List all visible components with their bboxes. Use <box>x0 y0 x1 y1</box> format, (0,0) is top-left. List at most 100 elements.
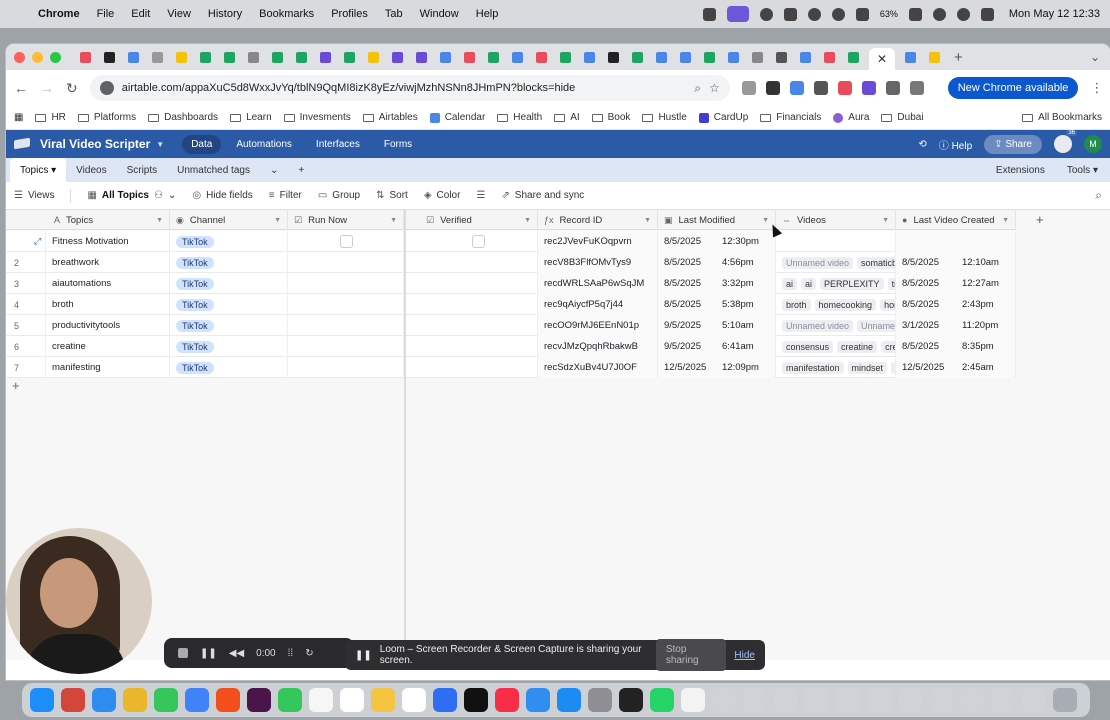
linked-video-chip[interactable]: consensus <box>782 340 834 353</box>
filter-button[interactable]: ≡ Filter <box>269 190 302 201</box>
slack-icon[interactable] <box>247 688 271 712</box>
minimized-window[interactable] <box>836 688 860 712</box>
tab-scripts[interactable]: Scripts <box>117 158 168 182</box>
history-icon[interactable]: ⟲ <box>918 139 926 150</box>
airdrop-icon[interactable] <box>831 7 845 21</box>
cell-channel[interactable]: TikTok <box>170 231 288 252</box>
play-icon[interactable] <box>855 7 869 21</box>
cell-topic[interactable]: creatine <box>46 336 170 357</box>
extension-icon[interactable] <box>765 81 780 95</box>
menu-view[interactable]: View <box>167 8 191 20</box>
column-header-videos[interactable]: ⇔ Videos ▼ <box>776 210 896 230</box>
menu-kebab-icon[interactable]: ⋮ <box>1090 80 1103 96</box>
menu-edit[interactable]: Edit <box>131 8 150 20</box>
checkbox[interactable] <box>472 235 485 248</box>
extension-icon[interactable] <box>861 81 876 95</box>
cell-videos[interactable]: aiaiPERPLEXITYtiktoka <box>776 273 896 294</box>
tab-favicon[interactable] <box>533 49 550 66</box>
chrome-icon[interactable] <box>123 688 147 712</box>
checkbox[interactable] <box>340 235 353 248</box>
active-tab-close-icon[interactable]: ✕ <box>869 48 895 70</box>
apple-icon[interactable] <box>10 7 24 21</box>
linked-video-chip[interactable]: mindset <box>847 361 888 374</box>
linked-video-chip[interactable]: homecooking <box>814 298 877 311</box>
chatgpt-icon[interactable] <box>619 688 643 712</box>
tab-favicon[interactable] <box>365 49 382 66</box>
app-store-icon[interactable] <box>557 688 581 712</box>
messages-icon[interactable] <box>154 688 178 712</box>
chevron-down-icon[interactable]: ▼ <box>156 140 164 149</box>
tab-favicon[interactable] <box>461 49 478 66</box>
cell-channel[interactable]: TikTok <box>170 357 288 378</box>
tab-favicon[interactable] <box>797 49 814 66</box>
cell-topic[interactable]: productivitytools <box>46 315 170 336</box>
loom-webcam-bubble[interactable] <box>6 528 152 674</box>
menubar-clock[interactable]: Mon May 12 12:33 <box>1009 8 1100 20</box>
table-row[interactable]: ⤢ Fitness Motivation TikTok rec2JVevFuKOqpv… <box>6 231 1016 252</box>
drag-handle-icon[interactable]: ⁞⁞ <box>288 648 294 659</box>
cell-videos[interactable] <box>776 231 896 252</box>
search-icon[interactable] <box>956 7 970 21</box>
nav-forms[interactable]: Forms <box>375 135 421 154</box>
tab-unmatched-tags[interactable]: Unmatched tags <box>167 158 260 182</box>
cell-verified[interactable] <box>420 294 538 315</box>
finder-icon[interactable] <box>30 688 54 712</box>
tab-favicon[interactable] <box>557 49 574 66</box>
tab-favicon[interactable] <box>77 49 94 66</box>
tab-favicon[interactable] <box>389 49 406 66</box>
wifi-icon[interactable] <box>932 7 946 21</box>
chevron-down-icon[interactable]: ▼ <box>156 217 163 224</box>
bookmark-folder[interactable]: Invesments <box>283 112 351 123</box>
linked-video-chip[interactable]: Unnamed v <box>857 319 895 332</box>
freeform-icon[interactable] <box>402 688 426 712</box>
chevron-down-icon[interactable]: ▼ <box>762 217 769 224</box>
user-icon[interactable] <box>807 7 821 21</box>
linked-video-chip[interactable]: tiktoka <box>887 277 895 290</box>
tab-favicon[interactable] <box>653 49 670 66</box>
extension-icon[interactable] <box>789 81 804 95</box>
cell-record-id[interactable]: recSdzXuBv4U7J0OF <box>538 357 658 378</box>
minimize-window-button[interactable] <box>32 51 43 63</box>
stop-sharing-button[interactable]: Stop sharing <box>655 639 727 671</box>
cell-last-modified[interactable]: 8/5/2025 3:32pm <box>658 273 776 294</box>
cell-last-modified[interactable]: 9/5/2025 6:41am <box>658 336 776 357</box>
cell-run-now[interactable] <box>288 252 404 273</box>
tools-button[interactable]: Tools ▾ <box>1067 165 1098 176</box>
cell-record-id[interactable]: recdWRLSAaP6wSqJM <box>538 273 658 294</box>
cell-topic[interactable]: breathwork <box>46 252 170 273</box>
minimized-window[interactable] <box>805 688 829 712</box>
extension-icon[interactable] <box>741 81 756 95</box>
cell-run-now[interactable] <box>288 357 404 378</box>
linked-video-chip[interactable]: ai <box>801 277 817 290</box>
chevron-down-icon[interactable]: ▼ <box>274 217 281 224</box>
cell-last-video-created[interactable]: 3/1/2025 11:20pm <box>896 315 1016 336</box>
tab-favicon[interactable] <box>581 49 598 66</box>
cell-run-now[interactable] <box>288 273 404 294</box>
tab-favicon[interactable] <box>605 49 622 66</box>
minimized-window[interactable] <box>929 688 953 712</box>
tables-chevron-icon[interactable]: ⌄ <box>260 158 288 182</box>
launchpad-icon[interactable] <box>61 688 85 712</box>
tab-favicon[interactable] <box>821 49 838 66</box>
sort-button[interactable]: ⇅ Sort <box>376 190 408 201</box>
bookmark-calendar[interactable]: Calendar <box>429 112 485 123</box>
table-row[interactable]: 3 aiautomations TikTok recdWRLSAaP6wSqJM 8/5… <box>6 273 1016 294</box>
tab-favicon[interactable] <box>269 49 286 66</box>
bookmark-folder[interactable]: Financials <box>760 112 821 123</box>
add-table-icon[interactable]: + <box>288 158 314 182</box>
minimized-window[interactable] <box>960 688 984 712</box>
tab-search-icon[interactable]: ⌄ <box>1090 50 1100 64</box>
bookmark-aura[interactable]: Aura <box>833 112 869 123</box>
tab-favicon[interactable] <box>677 49 694 66</box>
cell-last-video-created[interactable]: 8/5/2025 12:27am <box>896 273 1016 294</box>
cell-run-now[interactable] <box>288 336 404 357</box>
extension-icon[interactable] <box>837 81 852 95</box>
cell-verified[interactable] <box>420 273 538 294</box>
column-header-last-video-created[interactable]: ● Last Video Created ▼ <box>896 210 1016 230</box>
cell-videos[interactable]: Unnamed videosomaticbre <box>776 252 896 273</box>
search-icon[interactable]: ⌕ <box>1095 188 1102 203</box>
battery-icon[interactable] <box>908 7 922 21</box>
calendar-icon[interactable] <box>681 688 705 712</box>
cell-last-modified[interactable]: 8/5/2025 4:56pm <box>658 252 776 273</box>
cell-run-now[interactable] <box>288 231 404 252</box>
